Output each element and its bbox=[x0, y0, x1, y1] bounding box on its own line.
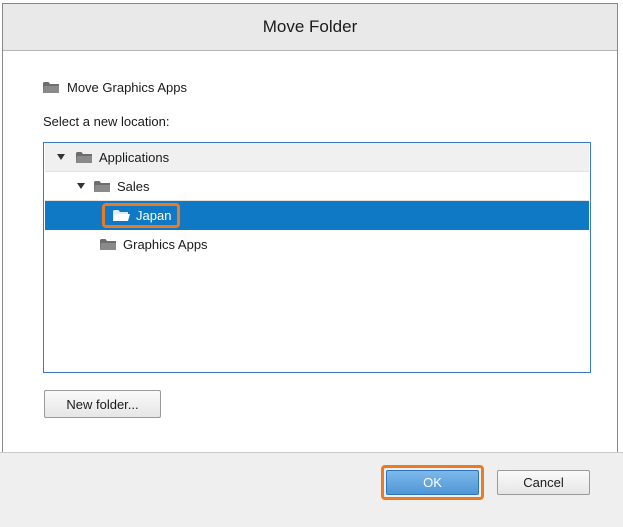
tree-item-japan[interactable]: Japan bbox=[45, 201, 589, 230]
tree-item-label: Sales bbox=[117, 178, 150, 194]
subject-folder-label: Move Graphics Apps bbox=[67, 80, 187, 95]
selection-highlight: Japan bbox=[102, 203, 181, 228]
tree-item-label: Graphics Apps bbox=[123, 237, 208, 252]
folder-icon bbox=[100, 238, 117, 251]
tree-item-applications[interactable]: Applications bbox=[45, 143, 589, 172]
folder-icon bbox=[94, 180, 111, 193]
expand-arrow-icon[interactable] bbox=[74, 179, 88, 193]
folder-tree[interactable]: Applications Sales Japan Graphics Apps bbox=[43, 142, 591, 373]
folder-icon bbox=[43, 81, 60, 94]
tree-item-sales[interactable]: Sales bbox=[45, 172, 589, 201]
folder-open-icon bbox=[113, 209, 130, 222]
tree-item-label: Japan bbox=[136, 208, 172, 223]
location-prompt: Select a new location: bbox=[43, 114, 170, 129]
dialog-titlebar: Move Folder bbox=[3, 4, 617, 51]
cancel-button[interactable]: Cancel bbox=[497, 470, 590, 495]
new-folder-button[interactable]: New folder... bbox=[44, 390, 161, 418]
ok-button[interactable]: OK bbox=[386, 470, 479, 495]
expand-arrow-icon[interactable] bbox=[54, 150, 68, 164]
tree-item-label: Applications bbox=[99, 149, 170, 165]
folder-icon bbox=[76, 151, 93, 164]
dialog-title: Move Folder bbox=[262, 17, 358, 36]
subject-folder: Move Graphics Apps bbox=[43, 80, 187, 95]
tree-item-graphics-apps[interactable]: Graphics Apps bbox=[45, 230, 589, 259]
